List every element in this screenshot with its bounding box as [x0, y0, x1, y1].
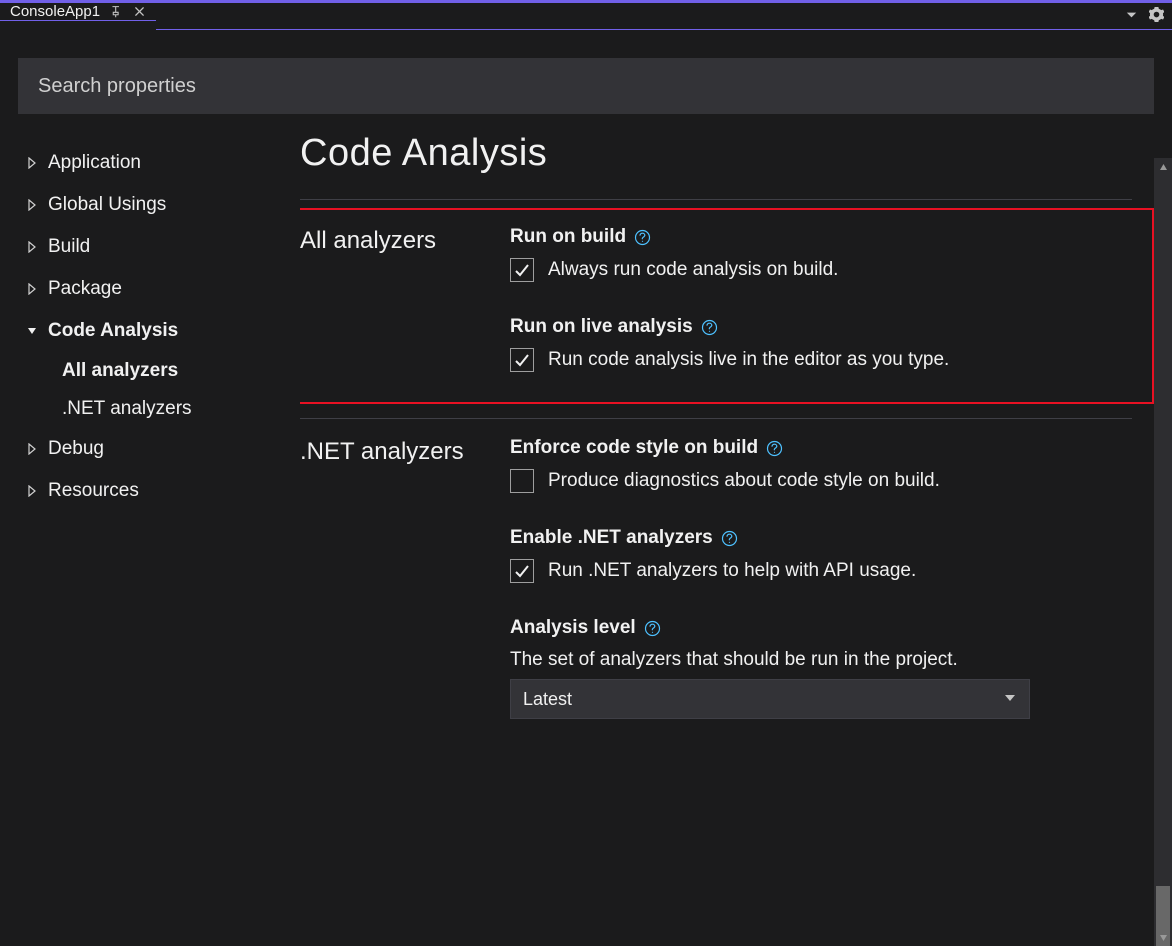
gear-icon[interactable]: [1149, 7, 1164, 26]
checkbox-label: Run code analysis live in the editor as …: [548, 349, 949, 371]
chevron-down-icon: [26, 325, 38, 337]
scroll-down-icon[interactable]: [1154, 928, 1172, 946]
select-value: Latest: [523, 689, 572, 710]
field-title-text: Run on build: [510, 226, 626, 248]
checkbox-run-on-live[interactable]: Run code analysis live in the editor as …: [510, 348, 1142, 372]
nav-item-global-usings[interactable]: Global Usings: [18, 184, 294, 226]
checkbox-icon: [510, 258, 534, 282]
properties-panel: Code Analysis All analyzers Run on build: [300, 124, 1172, 946]
nav-item-code-analysis[interactable]: Code Analysis: [18, 310, 294, 352]
field-run-on-live: Run on live analysis Run code analysis l…: [510, 316, 1142, 372]
help-icon[interactable]: [721, 530, 738, 547]
title-bar: ConsoleApp1: [0, 0, 1172, 30]
side-navigation: Application Global Usings Build Package …: [0, 124, 300, 946]
checkbox-run-on-build[interactable]: Always run code analysis on build.: [510, 258, 1142, 282]
search-input[interactable]: Search properties: [18, 58, 1154, 114]
nav-label: Application: [48, 152, 141, 174]
scrollbar-track[interactable]: [1154, 176, 1172, 928]
checkbox-enforce-style[interactable]: Produce diagnostics about code style on …: [510, 469, 1132, 493]
dropdown-icon[interactable]: [1124, 7, 1139, 26]
analysis-level-select[interactable]: Latest: [510, 679, 1030, 719]
field-title-text: Enforce code style on build: [510, 437, 758, 459]
checkbox-icon: [510, 559, 534, 583]
section-all-analyzers: All analyzers Run on build: [300, 208, 1154, 404]
help-icon[interactable]: [634, 229, 651, 246]
chevron-right-icon: [26, 283, 38, 295]
field-title-text: Analysis level: [510, 617, 636, 639]
checkbox-enable-net[interactable]: Run .NET analyzers to help with API usag…: [510, 559, 1132, 583]
nav-label: Global Usings: [48, 194, 166, 216]
chevron-right-icon: [26, 199, 38, 211]
checkbox-label: Always run code analysis on build.: [548, 259, 838, 281]
section-heading: All analyzers: [300, 226, 470, 372]
field-analysis-level: Analysis level The set of analyzers that…: [510, 617, 1132, 719]
divider: [300, 418, 1132, 419]
nav-item-application[interactable]: Application: [18, 142, 294, 184]
nav-sub-all-analyzers[interactable]: All analyzers: [18, 352, 294, 390]
pin-icon[interactable]: [110, 5, 123, 18]
help-icon[interactable]: [701, 319, 718, 336]
nav-sub-net-analyzers[interactable]: .NET analyzers: [18, 390, 294, 428]
nav-label: Build: [48, 236, 90, 258]
tab-title: ConsoleApp1: [10, 3, 100, 20]
nav-label: Debug: [48, 438, 104, 460]
field-enable-net-analyzers: Enable .NET analyzers Run .NET analyzers…: [510, 527, 1132, 583]
section-heading: .NET analyzers: [300, 437, 470, 719]
scroll-up-icon[interactable]: [1154, 158, 1172, 176]
checkbox-label: Produce diagnostics about code style on …: [548, 470, 940, 492]
close-icon[interactable]: [133, 5, 146, 18]
nav-label: Code Analysis: [48, 320, 178, 342]
field-run-on-build: Run on build Always run code analysis on…: [510, 226, 1142, 282]
help-icon[interactable]: [644, 620, 661, 637]
chevron-right-icon: [26, 157, 38, 169]
nav-item-package[interactable]: Package: [18, 268, 294, 310]
chevron-right-icon: [26, 443, 38, 455]
section-net-analyzers: .NET analyzers Enforce code style on bui…: [300, 437, 1132, 719]
document-tab[interactable]: ConsoleApp1: [0, 3, 156, 20]
nav-item-build[interactable]: Build: [18, 226, 294, 268]
nav-label: Package: [48, 278, 122, 300]
field-title-text: Run on live analysis: [510, 316, 693, 338]
nav-item-resources[interactable]: Resources: [18, 470, 294, 512]
chevron-right-icon: [26, 485, 38, 497]
vertical-scrollbar[interactable]: [1154, 158, 1172, 946]
nav-item-debug[interactable]: Debug: [18, 428, 294, 470]
checkbox-icon: [510, 348, 534, 372]
field-title-text: Enable .NET analyzers: [510, 527, 713, 549]
chevron-down-icon: [1003, 689, 1017, 710]
chevron-right-icon: [26, 241, 38, 253]
field-description: The set of analyzers that should be run …: [510, 649, 1132, 671]
field-enforce-style: Enforce code style on build Produce diag…: [510, 437, 1132, 493]
help-icon[interactable]: [766, 440, 783, 457]
nav-label: Resources: [48, 480, 139, 502]
divider: [300, 199, 1132, 200]
checkbox-label: Run .NET analyzers to help with API usag…: [548, 560, 916, 582]
checkbox-icon: [510, 469, 534, 493]
page-title: Code Analysis: [300, 132, 1132, 175]
